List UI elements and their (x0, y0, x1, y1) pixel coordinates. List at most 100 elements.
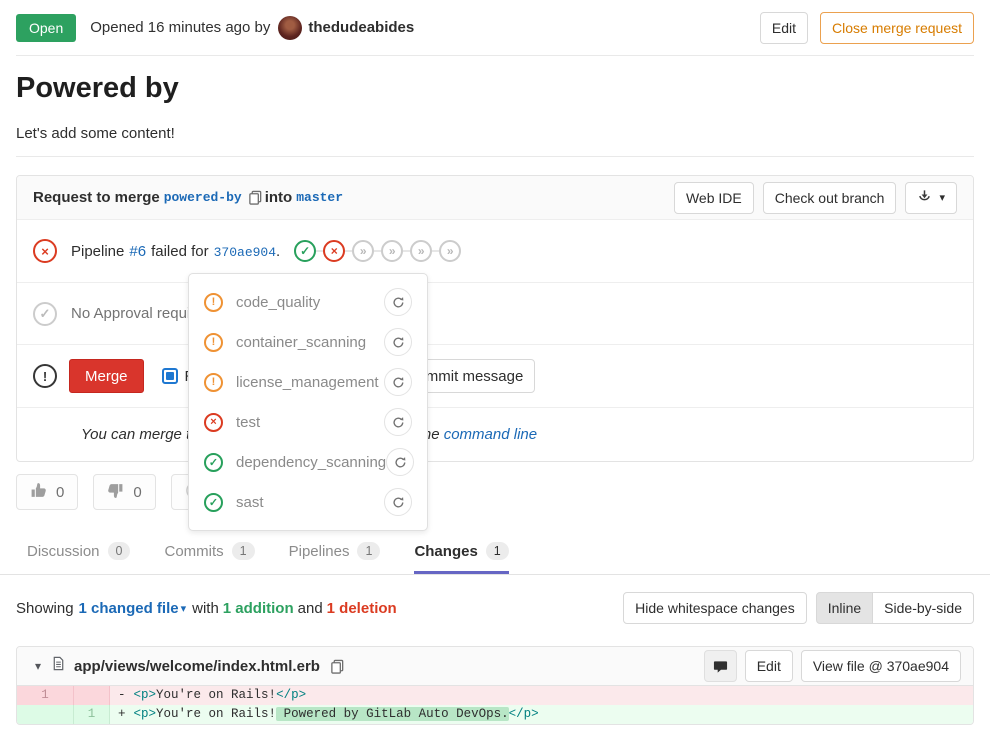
showing-label: Showing (16, 600, 74, 617)
pipeline-status-row: × Pipeline #6 failed for 370ae904. ✓ × »… (17, 220, 973, 283)
job-dependency-scanning[interactable]: ✓ dependency_scanning (189, 442, 427, 482)
remove-source-branch-checkbox[interactable] (162, 368, 178, 384)
pipeline-label: Pipeline (71, 243, 124, 260)
changed-files-dropdown[interactable]: 1 changed file (79, 600, 179, 617)
thumbs-up-icon (30, 482, 47, 503)
retry-job-button[interactable] (384, 328, 412, 356)
retry-job-button[interactable] (384, 288, 412, 316)
checkout-branch-button[interactable]: Check out branch (763, 182, 897, 214)
pipeline-failed-icon[interactable]: × (33, 239, 57, 263)
tab-pipelines[interactable]: Pipelines 1 (289, 528, 381, 574)
mr-tabs: Discussion 0 Commits 1 Pipelines 1 Chang… (0, 528, 990, 575)
tab-discussion-count: 0 (108, 542, 131, 560)
diff-file: ▾ app/views/welcome/index.html.erb Edit … (16, 646, 974, 725)
job-container-scanning[interactable]: ! container_scanning (189, 322, 427, 362)
toggle-comments-button[interactable] (704, 650, 737, 682)
retry-job-button[interactable] (384, 488, 412, 516)
opened-text: Opened 16 minutes ago by (90, 19, 270, 36)
retry-job-button[interactable] (384, 408, 412, 436)
mini-pipeline-graph: ✓ × » » » » (294, 240, 461, 262)
diff-view-toggle: Inline Side-by-side (816, 592, 974, 624)
period: . (276, 243, 280, 260)
thumbs-up-button[interactable]: 0 (16, 474, 78, 510)
inline-diff-highlight: Powered by GitLab Auto DevOps. (276, 707, 509, 721)
request-to-merge-row: Request to merge powered-by into master … (17, 176, 973, 220)
side-by-side-view-button[interactable]: Side-by-side (873, 592, 974, 624)
tab-discussion[interactable]: Discussion 0 (27, 528, 130, 574)
thumbs-up-count: 0 (56, 484, 64, 501)
tab-commits-count: 1 (232, 542, 255, 560)
inline-view-button[interactable]: Inline (816, 592, 873, 624)
collapse-caret-icon[interactable]: ▾ (35, 659, 41, 673)
caret-down-icon[interactable]: ▾ (181, 602, 187, 615)
old-line-number[interactable] (17, 705, 74, 724)
diff-table: 1 -<p>You're on Rails!</p> 1 +<p>You're … (17, 686, 973, 724)
author-name[interactable]: thedudeabides (308, 19, 414, 36)
view-file-button[interactable]: View file @ 370ae904 (801, 650, 961, 682)
download-dropdown-button[interactable]: ▾ (905, 182, 957, 214)
job-success-icon: ✓ (204, 453, 223, 472)
tab-changes[interactable]: Changes 1 (414, 528, 508, 574)
target-branch-link[interactable]: master (296, 190, 343, 205)
web-ide-button[interactable]: Web IDE (674, 182, 754, 214)
hide-whitespace-button[interactable]: Hide whitespace changes (623, 592, 807, 624)
command-line-row: You can merge this merge request manuall… (17, 408, 973, 461)
stage-skipped-icon[interactable]: » (439, 240, 461, 262)
job-warning-icon: ! (204, 293, 223, 312)
deletions-count: 1 deletion (327, 600, 397, 617)
merge-widget: Request to merge powered-by into master … (16, 175, 974, 462)
diff-line-added: 1 +<p>You're on Rails! Powered by GitLab… (17, 705, 973, 724)
pipeline-id-link[interactable]: #6 (129, 243, 146, 260)
award-emoji-row: 0 0 (16, 474, 974, 510)
merge-warning-icon: ! (33, 364, 57, 388)
request-to-merge-label: Request to merge (33, 189, 160, 206)
pipeline-jobs-dropdown: ! code_quality ! container_scanning ! li… (188, 273, 428, 531)
stage-failed-icon[interactable]: × (323, 240, 345, 262)
tab-changes-count: 1 (486, 542, 509, 560)
copy-branch-icon[interactable] (248, 190, 263, 205)
job-license-management[interactable]: ! license_management (189, 362, 427, 402)
diff-controls-bar: Showing 1 changed file ▾ with 1 addition… (16, 592, 974, 624)
stage-skipped-icon[interactable]: » (410, 240, 432, 262)
merge-request-page: Open Opened 16 minutes ago by thedudeabi… (0, 0, 990, 745)
merge-controls-row: ! Merge Remove source branch Modify comm… (17, 345, 973, 408)
edit-file-button[interactable]: Edit (745, 650, 793, 682)
commit-sha-link[interactable]: 370ae904 (214, 245, 276, 260)
mr-description: Let's add some content! (16, 125, 974, 142)
tab-commits[interactable]: Commits 1 (164, 528, 254, 574)
thumbs-down-icon (107, 482, 124, 503)
thumbs-down-count: 0 (133, 484, 141, 501)
source-branch-link[interactable]: powered-by (164, 190, 242, 205)
stage-skipped-icon[interactable]: » (381, 240, 403, 262)
new-line-number[interactable]: 1 (74, 705, 110, 724)
copy-path-icon[interactable] (330, 659, 345, 674)
stage-skipped-icon[interactable]: » (352, 240, 374, 262)
job-code-quality[interactable]: ! code_quality (189, 282, 427, 322)
new-line-number[interactable] (74, 686, 110, 705)
thumbs-down-button[interactable]: 0 (93, 474, 155, 510)
tab-pipelines-count: 1 (357, 542, 380, 560)
page-title: Powered by (16, 72, 974, 105)
job-warning-icon: ! (204, 333, 223, 352)
file-path[interactable]: app/views/welcome/index.html.erb (74, 658, 320, 675)
stage-success-icon[interactable]: ✓ (294, 240, 316, 262)
avatar[interactable] (278, 16, 302, 40)
command-line-link[interactable]: command line (444, 426, 537, 443)
merge-button[interactable]: Merge (69, 359, 144, 393)
retry-job-button[interactable] (386, 448, 414, 476)
job-sast[interactable]: ✓ sast (189, 482, 427, 522)
diff-line-removed: 1 -<p>You're on Rails!</p> (17, 686, 973, 705)
diff-file-header: ▾ app/views/welcome/index.html.erb Edit … (17, 647, 973, 686)
job-test[interactable]: × test (189, 402, 427, 442)
mr-header: Open Opened 16 minutes ago by thedudeabi… (16, 0, 974, 56)
job-failed-icon: × (204, 413, 223, 432)
divider (16, 156, 974, 157)
edit-button[interactable]: Edit (760, 12, 808, 44)
retry-job-button[interactable] (384, 368, 412, 396)
job-success-icon: ✓ (204, 493, 223, 512)
file-icon (51, 656, 66, 676)
approval-row: ✓ No Approval required (17, 283, 973, 345)
caret-down-icon: ▾ (939, 191, 945, 204)
old-line-number[interactable]: 1 (17, 686, 74, 705)
close-merge-request-button[interactable]: Close merge request (820, 12, 974, 44)
